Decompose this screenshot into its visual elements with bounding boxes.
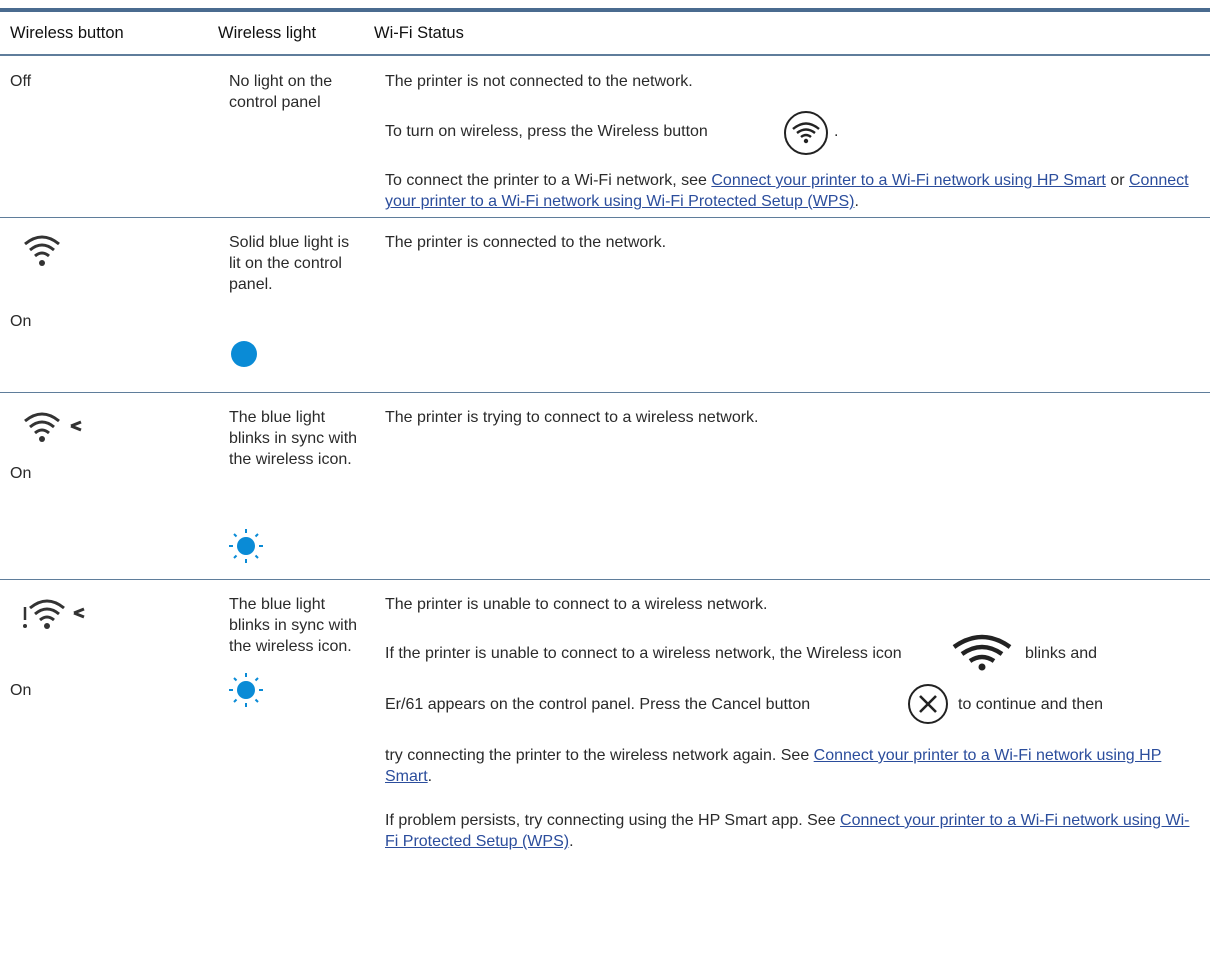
- status-text: If problem persists, try connecting usin…: [385, 812, 1190, 850]
- status-text: try connecting the printer to the wirele…: [385, 747, 1162, 785]
- blinking-light-icon: [229, 529, 263, 563]
- header-wifi-status: Wi-Fi Status: [374, 24, 464, 42]
- light-description: The blue light blinks in sync with the w…: [229, 596, 358, 655]
- light-description: No light on the control panel: [229, 73, 333, 111]
- wifi-button-icon: [784, 111, 828, 155]
- light-description: Solid blue light is lit on the control p…: [229, 234, 350, 293]
- table-header-row: Wireless button Wireless light Wi-Fi Sta…: [0, 12, 1210, 56]
- table-row: On The blue light blinks in sync with th…: [0, 580, 1210, 966]
- light-description: The blue light blinks in sync with the w…: [229, 409, 358, 468]
- link-hp-smart[interactable]: Connect your printer to a Wi-Fi network …: [711, 172, 1106, 189]
- status-text: Er/61 appears on the control panel. Pres…: [385, 696, 811, 713]
- status-text: The printer is trying to connect to a wi…: [385, 409, 759, 426]
- cancel-button-icon: [908, 684, 948, 724]
- status-text: .: [834, 123, 839, 140]
- button-state: Off: [10, 73, 32, 90]
- status-text: If the printer is unable to connect to a…: [385, 645, 902, 662]
- table-row: On Solid blue light is lit on the contro…: [0, 218, 1210, 393]
- blue-light-icon: [231, 341, 257, 367]
- button-state: On: [10, 465, 32, 482]
- status-text: To turn on wireless, press the Wireless …: [385, 123, 708, 140]
- wifi-status-table: Wireless button Wireless light Wi-Fi Sta…: [0, 8, 1210, 966]
- status-text: The printer is unable to connect to a wi…: [385, 596, 768, 613]
- header-wireless-light: Wireless light: [218, 24, 317, 42]
- status-text: to continue and then: [958, 696, 1104, 713]
- wifi-icon: [24, 235, 60, 266]
- status-text: The printer is connected to the network.: [385, 234, 667, 251]
- wifi-icon: [952, 634, 1012, 671]
- status-text: To connect the printer to a Wi-Fi networ…: [385, 172, 1189, 210]
- status-text: blinks and: [1025, 645, 1098, 662]
- table-row: On The blue light blinks in sync with th…: [0, 393, 1210, 580]
- button-state: On: [10, 313, 32, 330]
- header-wireless-button: Wireless button: [10, 24, 124, 42]
- blinking-light-icon: [229, 673, 263, 707]
- status-text: The printer is not connected to the netw…: [385, 73, 693, 90]
- wifi-blinking-icon: [24, 412, 82, 442]
- wifi-error-icon: [23, 599, 85, 629]
- button-state: On: [10, 682, 32, 699]
- table-row: Off No light on the control panel The pr…: [0, 56, 1210, 218]
